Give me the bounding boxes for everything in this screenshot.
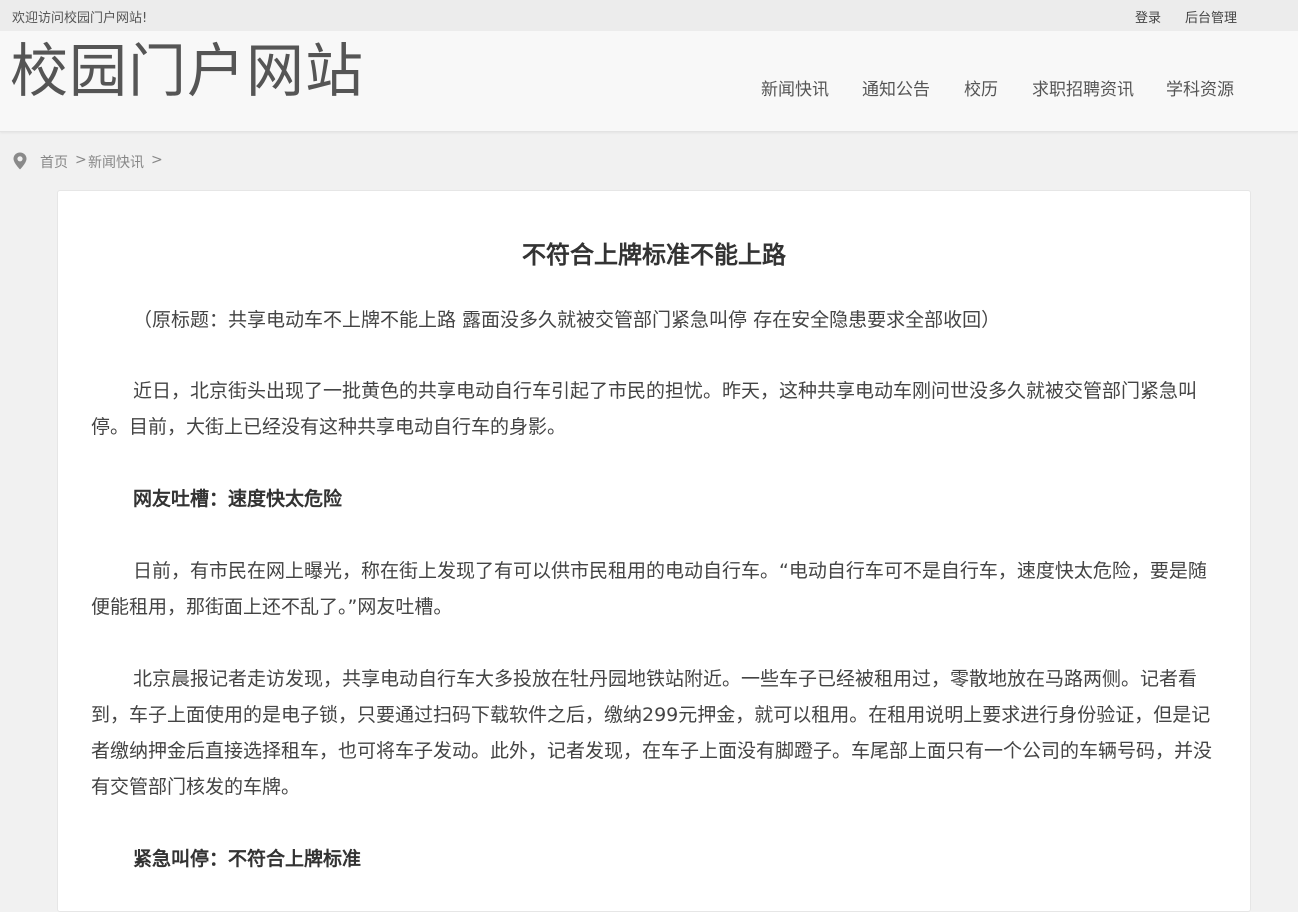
article-card: 不符合上牌标准不能上路 （原标题：共享电动车不上牌不能上路 露面没多久就被交管部…: [57, 190, 1251, 912]
login-link[interactable]: 登录: [1135, 7, 1161, 26]
nav-item-jobs[interactable]: 求职招聘资讯: [1032, 75, 1134, 100]
article-paragraph: 日前，有市民在网上曝光，称在街上发现了有可以供市民租用的电动自行车。“电动自行车…: [91, 560, 1207, 618]
breadcrumb-home[interactable]: 首页: [40, 152, 68, 172]
breadcrumb-current[interactable]: 新闻快讯: [88, 152, 144, 172]
nav-item-notices[interactable]: 通知公告: [862, 75, 930, 100]
welcome-text: 欢迎访问校园门户网站!: [12, 11, 148, 26]
location-pin-icon: [13, 152, 27, 170]
site-header: 校园门户网站 新闻快讯 通知公告 校历 求职招聘资讯 学科资源: [0, 31, 1298, 132]
article-title: 不符合上牌标准不能上路: [522, 241, 786, 269]
article-paragraph: 近日，北京街头出现了一批黄色的共享电动自行车引起了市民的担忧。昨天，这种共享电动…: [91, 380, 1198, 438]
breadcrumb-separator: >: [75, 152, 87, 168]
nav-item-news[interactable]: 新闻快讯: [761, 75, 829, 100]
nav-item-resources[interactable]: 学科资源: [1166, 75, 1234, 100]
nav-item-calendar[interactable]: 校历: [964, 75, 998, 100]
main-nav: 新闻快讯 通知公告 校历 求职招聘资讯 学科资源: [0, 75, 1298, 100]
article-subheading: 网友吐槽：速度快太危险: [133, 488, 343, 510]
admin-link[interactable]: 后台管理: [1185, 7, 1237, 26]
article-paragraph: （原标题：共享电动车不上牌不能上路 露面没多久就被交管部门紧急叫停 存在安全隐患…: [133, 309, 1001, 331]
article-paragraph: 北京晨报记者走访发现，共享电动自行车大多投放在牡丹园地铁站附近。一些车子已经被租…: [91, 668, 1213, 798]
top-bar: 欢迎访问校园门户网站! 登录 后台管理: [0, 0, 1298, 31]
article-subheading: 紧急叫停：不符合上牌标准: [133, 848, 362, 870]
breadcrumb-separator: >: [151, 152, 163, 168]
